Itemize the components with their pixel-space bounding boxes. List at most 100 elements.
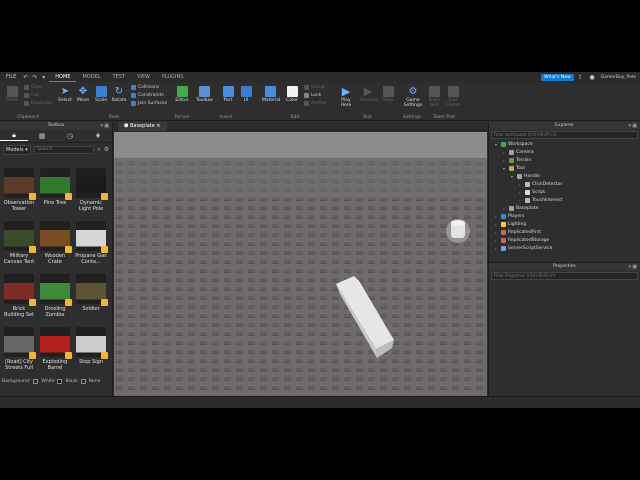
material-button[interactable]: Material <box>262 86 280 103</box>
expand-arrow-icon[interactable]: › <box>519 198 523 203</box>
tree-item[interactable]: › ServerScriptService <box>495 244 552 252</box>
filter-gear-icon[interactable]: ⚙ <box>104 146 109 153</box>
inventory-bag-icon[interactable]: 🔒︎ <box>0 131 28 141</box>
tree-item[interactable]: ▾ Tool <box>503 164 525 172</box>
copy-button[interactable]: Copy <box>24 85 42 90</box>
exit-game-button[interactable]: Exit Game <box>445 86 461 108</box>
close-icon[interactable]: × <box>100 122 104 130</box>
color-button[interactable]: Color <box>284 86 300 103</box>
toolbox-item[interactable]: Wooden Crate <box>38 221 72 273</box>
tab-model[interactable]: MODEL <box>76 72 106 82</box>
toolbox-search-input[interactable]: Search <box>34 145 95 154</box>
bg-none-checkbox[interactable] <box>80 379 86 384</box>
expand-arrow-icon[interactable]: › <box>503 206 507 211</box>
quick-access-icon[interactable]: ▾ <box>40 74 47 81</box>
close-icon[interactable]: × <box>628 122 632 130</box>
toolbox-item[interactable]: Brick Building Set <box>2 274 36 326</box>
user-avatar-icon[interactable]: ● <box>589 74 596 81</box>
group-button[interactable]: Group <box>304 85 325 90</box>
username[interactable]: GamerBoy_Pole <box>601 75 636 80</box>
marketplace-grid-icon[interactable]: ▦ <box>28 132 56 140</box>
ui-button[interactable]: UI <box>238 86 254 103</box>
stop-button[interactable]: Stop <box>380 86 396 103</box>
toolbox-button[interactable]: Toolbox <box>196 86 213 103</box>
tree-item[interactable]: › ReplicatedFirst <box>495 228 541 236</box>
rotate-button[interactable]: ↻ Rotate <box>111 86 127 103</box>
team-test-button[interactable]: Team Test <box>426 86 442 108</box>
redo-icon[interactable]: ↷ <box>31 74 38 81</box>
tree-item[interactable]: › Terrain <box>503 156 531 164</box>
expand-arrow-icon[interactable]: › <box>495 238 499 243</box>
close-icon[interactable]: × <box>628 263 632 271</box>
expand-arrow-icon[interactable]: ▾ <box>511 174 515 179</box>
tree-item[interactable]: › ClickDetector <box>519 180 562 188</box>
toolbox-item[interactable]: Stop Sign <box>74 327 108 379</box>
resume-button[interactable]: ▶ Resume <box>360 86 378 103</box>
expand-arrow-icon[interactable]: › <box>495 222 499 227</box>
part-button[interactable]: Part <box>220 86 236 103</box>
toolbox-item[interactable]: [Road] City Streets Full <box>2 327 36 379</box>
tree-item[interactable]: › Lighting <box>495 220 526 228</box>
paste-button[interactable]: Paste <box>4 86 20 103</box>
search-icon[interactable]: ⌕ <box>97 146 100 154</box>
join-surfaces-toggle[interactable]: Join Surfaces <box>131 101 167 106</box>
tree-item[interactable]: › Script <box>519 188 545 196</box>
move-button[interactable]: ✥ Move <box>75 86 91 103</box>
constraints-toggle[interactable]: Constraints <box>131 93 164 98</box>
share-icon[interactable]: ⇪ <box>577 74 584 81</box>
play-button[interactable]: ▶ Play Here <box>338 86 354 108</box>
expand-arrow-icon[interactable]: › <box>495 230 499 235</box>
toolbox-item[interactable]: Military Canvas Tent <box>2 221 36 273</box>
lock-button[interactable]: Lock <box>304 93 321 98</box>
undo-icon[interactable]: ↶ <box>22 74 29 81</box>
scale-button[interactable]: Scale <box>93 86 109 103</box>
tree-item[interactable]: ▾ Workspace <box>495 140 533 148</box>
expand-arrow-icon[interactable]: › <box>503 150 507 155</box>
recent-clock-icon[interactable]: ◷ <box>56 132 84 140</box>
expand-arrow-icon[interactable]: ▾ <box>503 166 507 171</box>
bg-black-checkbox[interactable] <box>57 379 63 384</box>
creations-pin-icon[interactable]: ♦ <box>84 132 112 140</box>
toolbox-item[interactable]: Propane Gas Conta... <box>74 221 108 273</box>
tree-item[interactable]: › Players <box>495 212 524 220</box>
terrain-editor-button[interactable]: Editor <box>174 86 190 103</box>
tree-item[interactable]: › TouchInterest <box>519 196 562 204</box>
properties-filter-input[interactable]: Filter Properties (Ctrl+Shift+P) <box>491 272 638 280</box>
collisions-toggle[interactable]: Collisions <box>131 85 159 90</box>
whats-new-button[interactable]: What's New <box>541 73 574 81</box>
anchor-button[interactable]: Anchor <box>304 101 327 106</box>
game-settings-button[interactable]: ⚙ Game Settings <box>403 86 423 108</box>
explorer-filter-input[interactable]: Filter workspace (Ctrl+Shift+X) <box>491 131 638 139</box>
3d-viewport[interactable] <box>114 132 487 396</box>
expand-arrow-icon[interactable]: ▾ <box>495 142 499 147</box>
tree-item[interactable]: › Baseplate <box>503 204 538 212</box>
pin-icon[interactable]: ▣ <box>632 263 637 271</box>
toolbox-item[interactable]: Exploding Barrel <box>38 327 72 379</box>
tree-item[interactable]: ▾ Handle <box>511 172 540 180</box>
expand-arrow-icon[interactable]: › <box>495 214 499 219</box>
select-button[interactable]: ➤ Select <box>57 86 73 103</box>
tab-view[interactable]: VIEW <box>131 72 156 82</box>
expand-arrow-icon[interactable]: › <box>495 246 499 251</box>
tab-baseplate[interactable]: ⬢ Baseplate × <box>118 122 167 131</box>
pin-icon[interactable]: ▣ <box>632 122 637 130</box>
toolbox-item[interactable]: Soldier <box>74 274 108 326</box>
expand-arrow-icon[interactable]: › <box>519 190 523 195</box>
tree-item[interactable]: › ReplicatedStorage <box>495 236 549 244</box>
expand-arrow-icon[interactable]: › <box>503 158 507 163</box>
expand-arrow-icon[interactable]: › <box>519 182 523 187</box>
tab-plugins[interactable]: PLUGINS <box>156 72 189 82</box>
toolbox-item[interactable]: Drooling Zombie <box>38 274 72 326</box>
file-menu[interactable]: FILE <box>0 74 22 80</box>
bg-white-checkbox[interactable] <box>33 379 39 384</box>
cut-button[interactable]: Cut <box>24 93 39 98</box>
toolbox-item[interactable]: Pine Tree <box>38 168 72 220</box>
tree-item[interactable]: › Camera <box>503 148 534 156</box>
toolbox-item[interactable]: Observation Tower <box>2 168 36 220</box>
tab-test[interactable]: TEST <box>107 72 131 82</box>
pin-icon[interactable]: ▣ <box>104 122 109 130</box>
toolbox-item[interactable]: Dynamic Light Pole <box>74 168 108 220</box>
view-cube-icon[interactable] <box>446 219 470 243</box>
category-dropdown[interactable]: Models ▾ <box>3 144 31 155</box>
tab-home[interactable]: HOME <box>49 72 77 82</box>
